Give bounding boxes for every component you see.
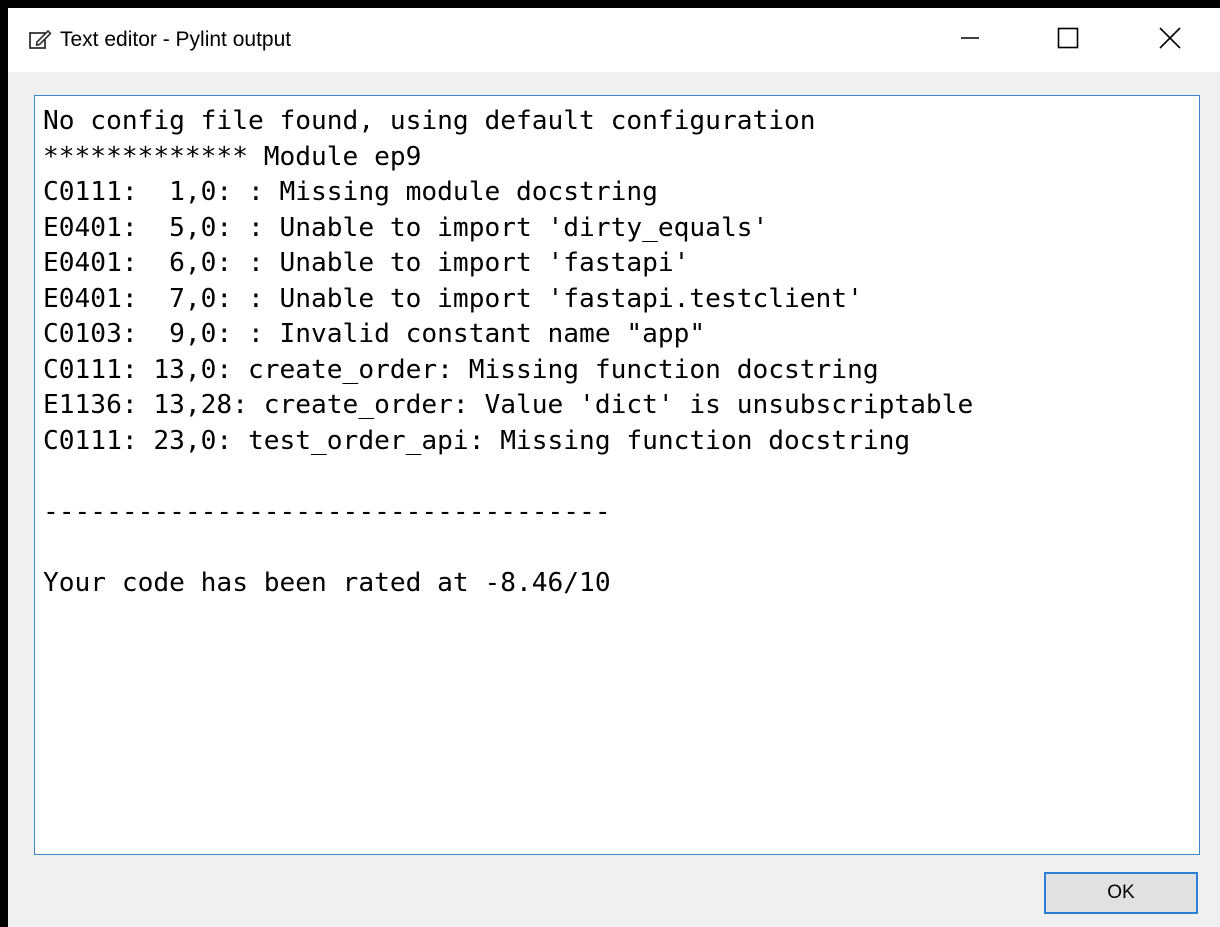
close-button[interactable] bbox=[1140, 8, 1200, 72]
output-line: C0111: 1,0: : Missing module docstring bbox=[43, 177, 658, 207]
output-line: C0111: 23,0: test_order_api: Missing fun… bbox=[43, 425, 911, 456]
output-line: E0401: 6,0: : Unable to import 'fastapi' bbox=[43, 248, 690, 278]
output-line: E0401: 7,0: : Unable to import 'fastapi.… bbox=[43, 283, 863, 314]
close-icon bbox=[1159, 26, 1181, 54]
output-line: ************* Module ep9 bbox=[43, 141, 422, 172]
output-line: E0401: 5,0: : Unable to import 'dirty_eq… bbox=[43, 212, 769, 243]
output-line: C0111: 13,0: create_order: Missing funct… bbox=[43, 354, 879, 385]
minimize-icon bbox=[960, 28, 980, 53]
pylint-output-text: No config file found, using default conf… bbox=[35, 96, 1199, 601]
text-editor-dialog: Text editor - Pylint output No config fi… bbox=[8, 8, 1220, 927]
output-line: C0103: 9,0: : Invalid constant name "app… bbox=[43, 319, 706, 349]
ok-button[interactable]: OK bbox=[1044, 872, 1198, 914]
output-line: E1136: 13,28: create_order: Value 'dict'… bbox=[43, 390, 974, 420]
output-line: No config file found, using default conf… bbox=[43, 106, 816, 136]
minimize-button[interactable] bbox=[940, 8, 1000, 72]
title-bar[interactable]: Text editor - Pylint output bbox=[8, 8, 1220, 72]
window-title: Text editor - Pylint output bbox=[60, 28, 292, 51]
maximize-button[interactable] bbox=[1038, 8, 1098, 72]
separator-line: ------------------------------------ bbox=[43, 496, 611, 527]
rating-line: Your code has been rated at -8.46/10 bbox=[43, 567, 611, 598]
maximize-icon bbox=[1057, 27, 1079, 54]
edit-note-icon bbox=[28, 28, 52, 52]
pylint-output-textarea[interactable]: No config file found, using default conf… bbox=[34, 95, 1200, 855]
